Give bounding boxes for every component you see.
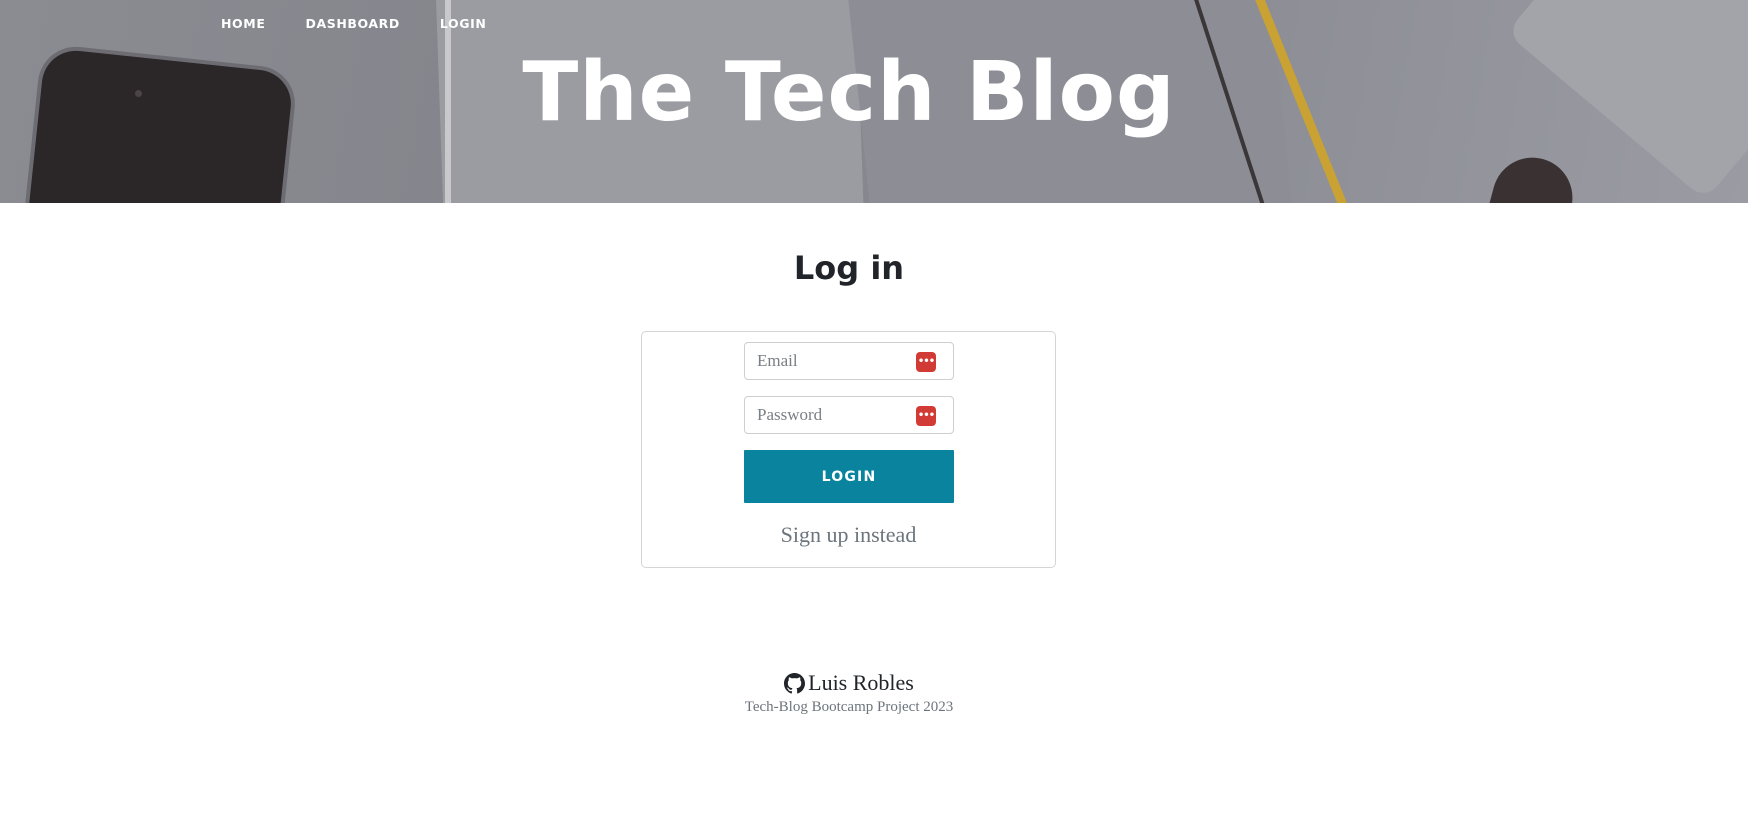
password-manager-icon[interactable]: ••• <box>916 406 936 426</box>
footer-author: Luis Robles <box>0 670 1698 696</box>
nav-link-login[interactable]: LOGIN <box>440 16 487 31</box>
footer-subtitle: Tech-Blog Bootcamp Project 2023 <box>744 699 954 715</box>
signup-link[interactable]: Sign up instead <box>642 522 1055 548</box>
main-nav: HOME DASHBOARD LOGIN <box>221 16 486 31</box>
email-input[interactable] <box>745 343 917 379</box>
password-manager-icon[interactable]: ••• <box>916 352 936 372</box>
password-input[interactable] <box>745 397 917 433</box>
login-heading: Log in <box>793 249 905 287</box>
login-button[interactable]: LOGIN <box>744 450 954 503</box>
github-icon <box>784 672 806 693</box>
hero-background-glasses <box>1488 148 1582 203</box>
nav-link-dashboard[interactable]: DASHBOARD <box>305 16 399 31</box>
nav-link-home[interactable]: HOME <box>221 16 265 31</box>
site-title: The Tech Blog <box>522 45 1176 140</box>
hero-banner: HOME DASHBOARD LOGIN The Tech Blog <box>0 0 1748 203</box>
password-field-wrapper: ••• <box>744 396 954 434</box>
author-github-link[interactable]: Luis Robles <box>784 670 914 696</box>
login-form: ••• ••• LOGIN Sign up instead <box>641 331 1056 568</box>
email-field-wrapper: ••• <box>744 342 954 380</box>
author-name: Luis Robles <box>808 670 914 695</box>
